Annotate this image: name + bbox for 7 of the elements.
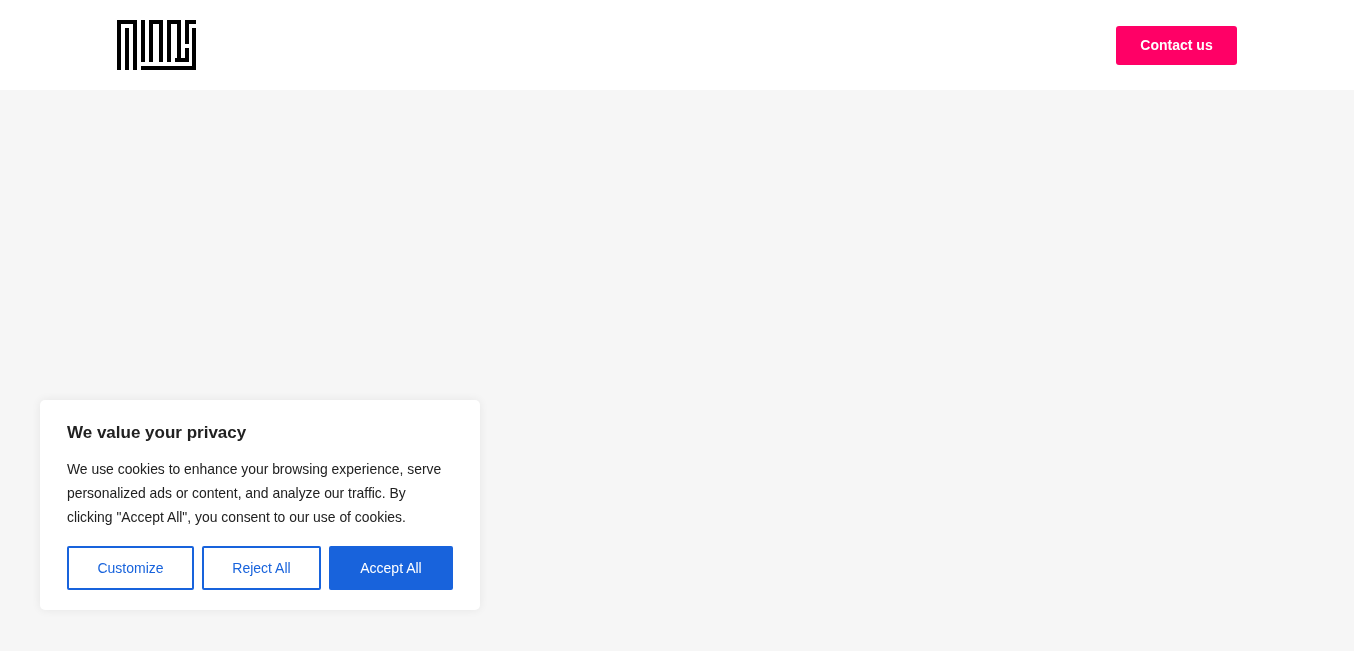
contact-button[interactable]: Contact us xyxy=(1116,25,1237,65)
cookie-button[interactable]: Customize xyxy=(67,546,194,590)
cookie-text: We use cookies to enhance your browsing experience, serve personalized ads or content, and analyze our traffic. By clicking "Accept All", you consent to our use of cookies. xyxy=(67,460,443,527)
cookie-button[interactable]: Reject All xyxy=(202,546,321,590)
cookie-button[interactable]: Accept All xyxy=(329,546,453,590)
logo-icon[interactable] xyxy=(117,20,196,70)
cookie-title: We value your privacy xyxy=(67,422,248,444)
